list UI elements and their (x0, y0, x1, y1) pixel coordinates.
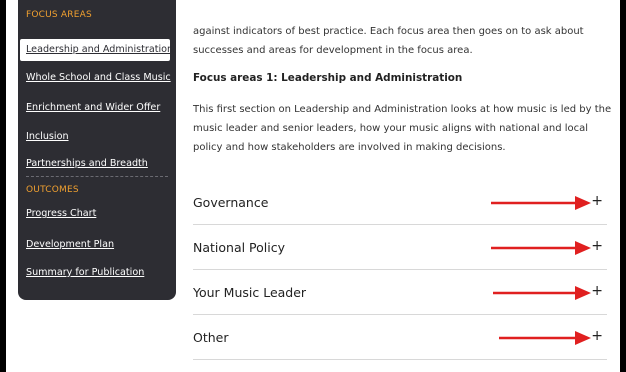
sidebar-item-summary-publication[interactable]: Summary for Publication (26, 267, 144, 278)
accordion-other[interactable]: Other + (193, 316, 607, 360)
accordion-your-music-leader[interactable]: Your Music Leader + (193, 271, 607, 315)
focus-areas-heading: FOCUS AREAS (26, 10, 92, 20)
intro-paragraph: against indicators of best practice. Eac… (193, 26, 584, 56)
plus-icon[interactable]: + (591, 238, 603, 254)
sidebar-item-whole-school[interactable]: Whole School and Class Music (26, 72, 171, 83)
sidebar-nav: FOCUS AREAS Leadership and Administratio… (18, 0, 176, 300)
section-title: Focus areas 1: Leadership and Administra… (193, 72, 463, 84)
accordion-label: Your Music Leader (193, 285, 307, 300)
accordion-national-policy[interactable]: National Policy + (193, 226, 607, 270)
annotation-arrow-icon (491, 241, 591, 255)
plus-icon[interactable]: + (591, 328, 603, 344)
sidebar-item-enrichment[interactable]: Enrichment and Wider Offer (26, 102, 160, 113)
sidebar-item-progress-chart[interactable]: Progress Chart (26, 208, 96, 219)
sidebar-divider (26, 176, 168, 177)
plus-icon[interactable]: + (591, 283, 603, 299)
accordion-label: Governance (193, 195, 269, 210)
accordion-governance[interactable]: Governance + (193, 181, 607, 225)
sidebar-item-inclusion[interactable]: Inclusion (26, 131, 69, 142)
annotation-arrow-icon (491, 196, 591, 210)
accordion-label: National Policy (193, 240, 286, 255)
sidebar-item-development-plan[interactable]: Development Plan (26, 239, 114, 250)
sidebar-item-label: Leadership and Administration (26, 44, 174, 55)
sidebar-item-leadership-administration[interactable]: Leadership and Administration (20, 39, 174, 61)
sidebar-item-partnerships[interactable]: Partnerships and Breadth (26, 158, 148, 169)
plus-icon[interactable]: + (591, 193, 603, 209)
page-frame: FOCUS AREAS Leadership and Administratio… (6, 0, 620, 372)
annotation-arrow-icon (499, 331, 591, 345)
accordion-label: Other (193, 330, 229, 345)
section-paragraph: This first section on Leadership and Adm… (193, 104, 612, 153)
outcomes-heading: OUTCOMES (26, 185, 79, 195)
annotation-arrow-icon (493, 286, 591, 300)
